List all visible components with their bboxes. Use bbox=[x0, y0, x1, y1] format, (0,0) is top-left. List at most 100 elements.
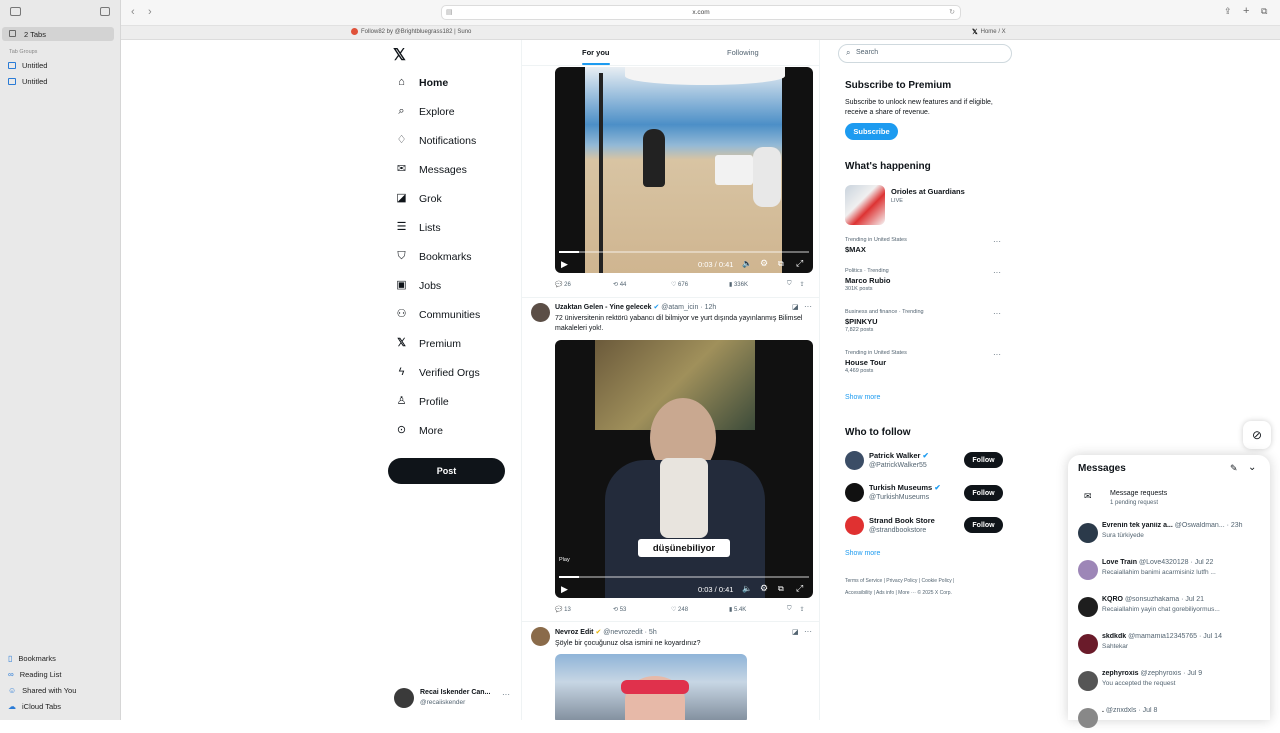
fullscreen-icon[interactable]: ⤢ bbox=[796, 583, 803, 594]
trend-item[interactable]: Politics · Trending Marco Rubio 301K pos… bbox=[845, 268, 995, 292]
author-handle[interactable]: @atam_icin bbox=[661, 304, 698, 311]
trend-more-icon[interactable]: ··· bbox=[993, 268, 1001, 277]
fullscreen-icon[interactable]: ⤢ bbox=[796, 258, 803, 269]
avatar[interactable] bbox=[845, 516, 864, 535]
forward-icon[interactable]: › bbox=[148, 6, 152, 18]
grok-float-icon[interactable]: ⊘ bbox=[1243, 421, 1271, 449]
event-image[interactable] bbox=[845, 185, 885, 225]
account-more-icon[interactable]: ··· bbox=[502, 690, 510, 699]
nav-premium[interactable]: 𝕏 Premium bbox=[395, 337, 461, 350]
tweet-more-icon[interactable]: ··· bbox=[804, 627, 812, 636]
tab-following[interactable]: Following bbox=[727, 48, 759, 57]
nav-lists[interactable]: ☰ Lists bbox=[395, 221, 441, 234]
settings-icon[interactable]: ⚙ bbox=[760, 583, 768, 594]
pip-icon[interactable]: ⧉ bbox=[778, 584, 784, 594]
back-icon[interactable]: ‹ bbox=[131, 6, 135, 18]
show-more-follow-link[interactable]: Show more bbox=[845, 550, 880, 557]
sidebar-icloud-tabs[interactable]: ☁ iCloud Tabs bbox=[8, 702, 61, 711]
mute-icon[interactable]: 🔈 bbox=[742, 259, 752, 268]
suggested-name[interactable]: Turkish Museums ✔ bbox=[869, 483, 941, 492]
trend-item[interactable]: Trending in United States House Tour 4,4… bbox=[845, 350, 995, 374]
nav-messages[interactable]: ✉ Messages bbox=[395, 163, 467, 176]
settings-icon[interactable]: ⚙ bbox=[760, 258, 768, 269]
trend-more-icon[interactable]: ··· bbox=[993, 350, 1001, 359]
search-input[interactable]: Search bbox=[856, 49, 878, 56]
nav-explore[interactable]: ⌕ Explore bbox=[395, 105, 454, 118]
trend-item[interactable]: Trending in United States $MAX bbox=[845, 237, 995, 254]
author-handle[interactable]: @nevrozedit bbox=[603, 629, 642, 636]
tab-group-item[interactable]: Untitled bbox=[8, 77, 47, 86]
new-message-icon[interactable]: ✎ bbox=[1230, 463, 1238, 474]
conversation-item[interactable]: skdkdk @mamamia12345765 · Jul 14 Sahtekar bbox=[1078, 631, 1264, 659]
subscribe-button[interactable]: Subscribe bbox=[845, 123, 898, 140]
play-icon[interactable]: ▶ bbox=[561, 584, 568, 595]
nav-bookmarks[interactable]: ⛉ Bookmarks bbox=[395, 250, 471, 263]
collapse-icon[interactable]: ⌄ bbox=[1248, 462, 1256, 473]
author-name[interactable]: Nevroz Edit bbox=[555, 629, 594, 636]
sidebar-bookmarks[interactable]: ▯ Bookmarks bbox=[8, 654, 56, 663]
nav-verified-orgs[interactable]: ϟ Verified Orgs bbox=[395, 366, 480, 379]
video-progress[interactable] bbox=[559, 576, 809, 578]
reload-icon[interactable]: ↻ bbox=[949, 8, 955, 16]
sidebar-shared[interactable]: ☺ Shared with You bbox=[8, 686, 76, 695]
avatar[interactable] bbox=[531, 303, 550, 322]
share-icon[interactable]: ⇪ bbox=[800, 281, 805, 288]
nav-notifications[interactable]: ♢ Notifications bbox=[395, 134, 477, 147]
x-logo-icon[interactable]: 𝕏 bbox=[393, 45, 406, 65]
search-box[interactable]: ⌕ Search bbox=[838, 44, 1012, 63]
play-icon[interactable]: ▶ bbox=[561, 259, 568, 270]
footer-links[interactable]: Accessibility | Ads info | More ··· © 20… bbox=[845, 590, 952, 596]
tab-x-home[interactable]: 𝕏 Home / X bbox=[972, 28, 1006, 36]
nav-home[interactable]: ⌂ Home bbox=[395, 76, 448, 89]
tweet-image[interactable] bbox=[555, 654, 747, 720]
tweet-more-icon[interactable]: ··· bbox=[804, 302, 812, 311]
conversation-item[interactable]: Love Train @Love4320128 · Jul 22 Recaiall… bbox=[1078, 557, 1264, 585]
author-name[interactable]: Uzaktan Gelen - Yine gelecek bbox=[555, 304, 652, 311]
avatar[interactable] bbox=[531, 627, 550, 646]
nav-grok[interactable]: ◪ Grok bbox=[395, 192, 441, 205]
messages-title[interactable]: Messages bbox=[1078, 463, 1126, 474]
reply-button[interactable]: 💬 13 bbox=[555, 606, 613, 613]
avatar[interactable] bbox=[845, 451, 864, 470]
trend-item[interactable]: Business and finance · Trending $PINKYU … bbox=[845, 309, 995, 333]
like-button[interactable]: ♡ 248 bbox=[671, 606, 729, 613]
pip-icon[interactable]: ⧉ bbox=[778, 259, 784, 269]
bookmark-icon[interactable]: ⛉ bbox=[787, 281, 792, 288]
video-progress[interactable] bbox=[559, 251, 809, 253]
sidebar-toggle-icon[interactable] bbox=[10, 7, 21, 16]
trend-more-icon[interactable]: ··· bbox=[993, 237, 1001, 246]
nav-jobs[interactable]: ▣ Jobs bbox=[395, 279, 441, 292]
reply-button[interactable]: 💬 26 bbox=[555, 281, 613, 288]
conversation-item[interactable]: KQRO @sonsuzhakama · Jul 21 Recaiallahim … bbox=[1078, 594, 1264, 622]
grok-icon[interactable]: ◪ bbox=[792, 303, 799, 311]
nav-profile[interactable]: ♙ Profile bbox=[395, 395, 449, 408]
account-switcher[interactable]: Recai Iskender Can... @recaiiskender ··· bbox=[392, 688, 517, 710]
share-icon[interactable]: ⇪ bbox=[1224, 6, 1232, 17]
suggested-name[interactable]: Strand Book Store bbox=[869, 516, 935, 525]
like-button[interactable]: ♡ 676 bbox=[671, 281, 729, 288]
event-title[interactable]: Orioles at Guardians bbox=[891, 187, 965, 196]
new-tab-icon[interactable]: + bbox=[1243, 5, 1249, 17]
share-icon[interactable]: ⇪ bbox=[800, 606, 805, 613]
conversation-item[interactable]: Evrenin tek yaniiz a... @Oswaldman... · … bbox=[1078, 520, 1264, 548]
show-more-trends-link[interactable]: Show more bbox=[845, 394, 880, 401]
bookmark-icon[interactable]: ⛉ bbox=[787, 606, 792, 613]
repost-button[interactable]: ⟲ 53 bbox=[613, 606, 671, 613]
tab-for-you[interactable]: For you bbox=[582, 48, 610, 57]
tab-overview-icon[interactable] bbox=[100, 7, 110, 16]
suggested-name[interactable]: Patrick Walker ✔ bbox=[869, 451, 929, 460]
follow-button[interactable]: Follow bbox=[964, 517, 1003, 533]
tweet-video[interactable]: düşünebiliyor Play ▶ 0:03 / 0:41 🔈 ⚙ ⧉ ⤢ bbox=[555, 340, 813, 598]
tab-group-item[interactable]: Untitled bbox=[8, 61, 47, 70]
views-button[interactable]: ▮ 5.4K bbox=[729, 606, 787, 613]
grok-icon[interactable]: ◪ bbox=[792, 628, 799, 636]
tabs-row[interactable]: 2 Tabs bbox=[2, 27, 114, 41]
avatar[interactable] bbox=[845, 483, 864, 502]
follow-button[interactable]: Follow bbox=[964, 485, 1003, 501]
nav-communities[interactable]: ⚇ Communities bbox=[395, 308, 481, 321]
follow-button[interactable]: Follow bbox=[964, 452, 1003, 468]
nav-more[interactable]: ⊙ More bbox=[395, 424, 443, 437]
post-button[interactable]: Post bbox=[388, 458, 505, 484]
tweet-video[interactable]: ▶ 0:03 / 0:41 🔈 ⚙ ⧉ ⤢ bbox=[555, 67, 813, 273]
views-button[interactable]: ▮ 336K bbox=[729, 281, 787, 288]
